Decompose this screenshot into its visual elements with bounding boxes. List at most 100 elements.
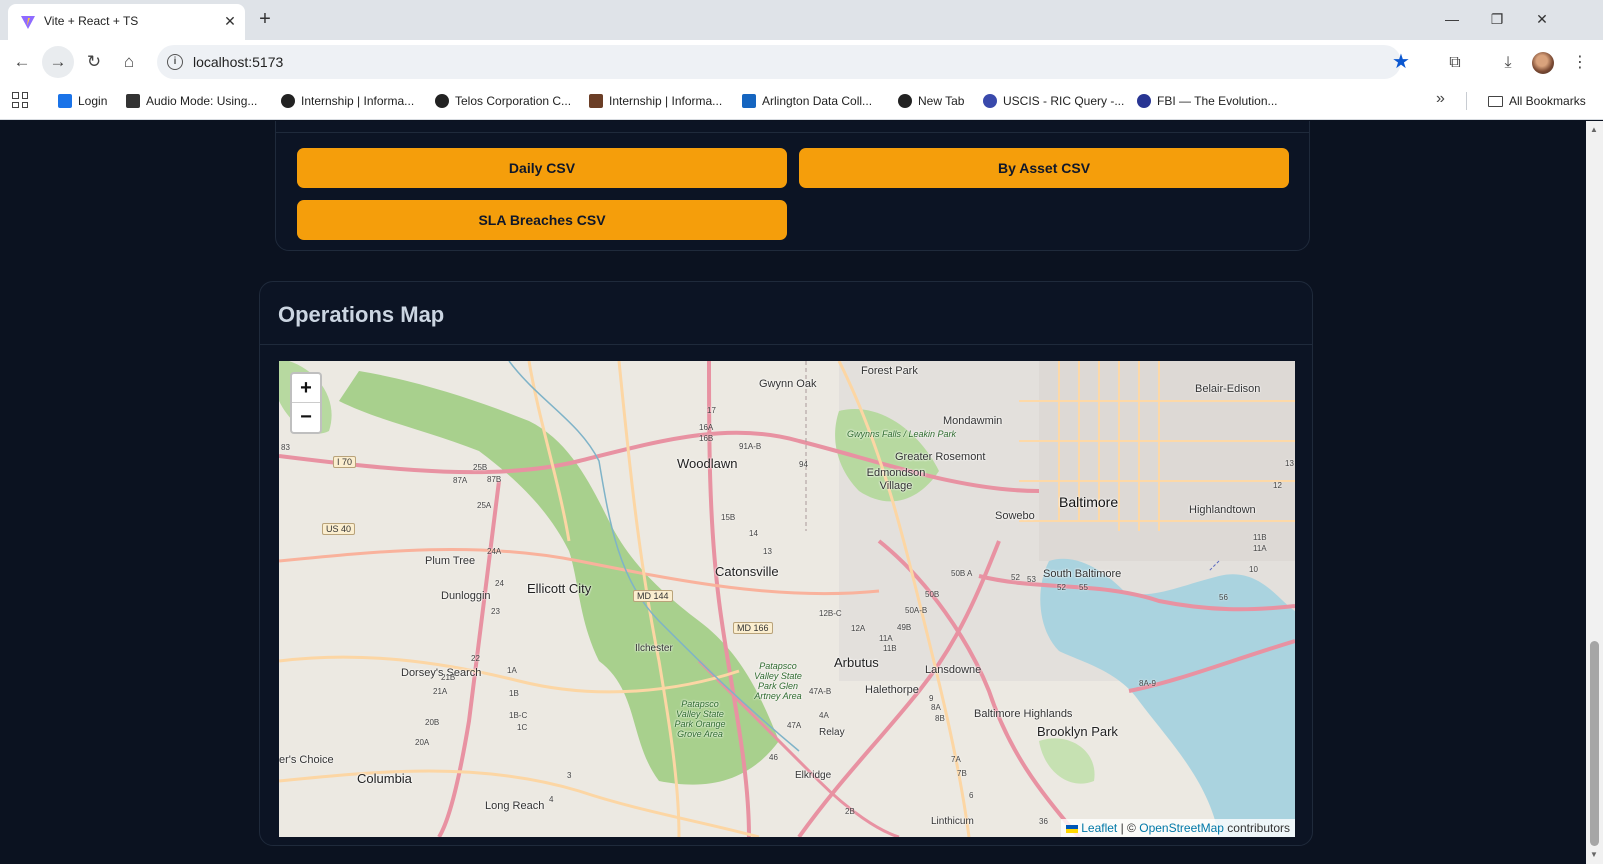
profile-avatar[interactable] (1532, 52, 1554, 74)
url-text[interactable]: localhost:5173 (193, 54, 283, 70)
bookmark-item[interactable]: Audio Mode: Using... (126, 92, 257, 110)
exit-number: 20B (425, 718, 440, 727)
leaflet-link[interactable]: Leaflet (1081, 821, 1117, 835)
bookmark-favicon-icon (898, 94, 912, 108)
back-arrow-icon[interactable]: ← (10, 50, 34, 74)
map-label: Forest Park (861, 365, 918, 377)
exit-number: 13 (1285, 459, 1294, 468)
page-viewport: Daily CSV By Asset CSV SLA Breaches CSV … (0, 121, 1586, 864)
sla-breaches-csv-button[interactable]: SLA Breaches CSV (297, 200, 787, 240)
bookmark-favicon-icon (126, 94, 140, 108)
exit-number: 24A (487, 547, 502, 556)
map-label: Patapsco Valley State Park Glen Artney A… (754, 661, 802, 701)
tab-search-icon[interactable]: ⧉ (1443, 51, 1467, 75)
bookmark-item[interactable]: Telos Corporation C... (435, 92, 571, 110)
map-label: Greater Rosemont (895, 451, 986, 463)
browser-tab[interactable]: Vite + React + TS ✕ (8, 4, 245, 40)
exit-number: 4A (819, 711, 829, 720)
exit-number: 2B (845, 807, 855, 816)
bookmark-item[interactable]: Arlington Data Coll... (742, 92, 872, 110)
map-tiles[interactable] (279, 361, 1295, 837)
bookmark-favicon-icon (589, 94, 603, 108)
exit-number: 24 (495, 579, 504, 588)
forward-arrow-icon[interactable]: → (46, 50, 70, 74)
daily-csv-button[interactable]: Daily CSV (297, 148, 787, 188)
bookmark-item[interactable]: New Tab (898, 92, 964, 110)
osm-link[interactable]: OpenStreetMap (1139, 821, 1224, 835)
menu-kebab-icon[interactable]: ⋮ (1568, 51, 1592, 75)
map-label: Columbia (357, 771, 412, 786)
map-label: Gwynns Falls / Leakin Park (847, 429, 956, 439)
more-bookmarks-icon[interactable]: » (1436, 90, 1445, 108)
card-divider (260, 344, 1312, 345)
exit-number: 49B (897, 623, 912, 632)
map-label: Dunloggin (441, 590, 491, 602)
scrollbar-thumb[interactable] (1590, 641, 1599, 846)
folder-icon (1488, 95, 1503, 107)
exit-number: 47A (787, 721, 802, 730)
bookmark-favicon-icon (281, 94, 295, 108)
restore-icon[interactable]: ❐ (1485, 9, 1509, 29)
exit-number: 16B (699, 434, 714, 443)
minimize-icon[interactable]: — (1440, 9, 1464, 29)
reload-icon[interactable]: ↻ (82, 50, 106, 74)
by-asset-csv-button[interactable]: By Asset CSV (799, 148, 1289, 188)
site-info-icon[interactable]: i (167, 54, 183, 70)
exit-number: 46 (769, 753, 778, 762)
map-label: Woodlawn (677, 456, 738, 471)
bookmark-star-icon[interactable]: ★ (1392, 50, 1410, 74)
exit-number: 55 (1079, 583, 1088, 592)
map-label: Edmondson Village (866, 467, 926, 492)
exit-number: 11B (1253, 533, 1267, 542)
all-bookmarks-button[interactable]: All Bookmarks (1488, 92, 1586, 110)
operations-map-card: Operations Map Forest Park Gwynn Oak Bel… (259, 281, 1313, 846)
address-bar[interactable] (157, 45, 1401, 79)
bookmark-item[interactable]: USCIS - RIC Query -... (983, 92, 1124, 110)
map-label: Baltimore Highlands (974, 708, 1073, 720)
bookmark-item[interactable]: Internship | Informa... (281, 92, 414, 110)
close-tab-icon[interactable]: ✕ (221, 12, 239, 30)
zoom-out-button[interactable]: − (292, 403, 320, 432)
zoom-in-button[interactable]: + (292, 374, 320, 403)
card-divider (276, 132, 1309, 133)
exit-number: 25A (477, 501, 492, 510)
exit-number: 11A (879, 634, 893, 643)
exit-number: 8A (931, 703, 941, 712)
tab-title: Vite + React + TS (44, 14, 139, 28)
map-container[interactable]: Forest Park Gwynn Oak Belair-Edison Mond… (279, 361, 1295, 837)
map-label: Sowebo (995, 510, 1035, 522)
exit-number: 16A (699, 423, 714, 432)
exit-number: 22 (471, 654, 480, 663)
bookmark-favicon-icon (435, 94, 449, 108)
bookmark-item[interactable]: Internship | Informa... (589, 92, 722, 110)
apps-grid-icon[interactable] (12, 92, 28, 108)
exit-number: 23 (491, 607, 500, 616)
map-label: Arbutus (834, 655, 879, 670)
new-tab-icon[interactable]: + (254, 9, 276, 31)
map-label: South Baltimore (1043, 568, 1122, 580)
attribution-separator: | © (1120, 821, 1136, 835)
scroll-down-arrow-icon[interactable]: ▼ (1590, 850, 1598, 859)
zoom-control: + − (290, 372, 322, 434)
bookmark-favicon-icon (983, 94, 997, 108)
exit-number: 50A-B (905, 606, 928, 615)
home-icon[interactable]: ⌂ (117, 50, 141, 74)
page-scrollbar[interactable]: ▲ ▼ (1586, 121, 1603, 864)
exit-number: 47A-B (809, 687, 832, 696)
close-window-icon[interactable]: ✕ (1530, 9, 1554, 29)
scroll-up-arrow-icon[interactable]: ▲ (1590, 125, 1598, 134)
exit-number: 50B (925, 590, 940, 599)
exit-number: 21A (433, 687, 448, 696)
map-label: Mondawmin (943, 415, 1003, 427)
exit-number: 25B (473, 463, 488, 472)
exit-number: 1A (507, 666, 517, 675)
exit-number: 56 (1219, 593, 1228, 602)
bookmark-item[interactable]: Login (58, 92, 107, 110)
exit-number: 15B (721, 513, 736, 522)
exit-number: 21B (441, 673, 456, 682)
map-label: Belair-Edison (1195, 383, 1261, 395)
map-attribution: Leaflet | © OpenStreetMap contributors (1060, 819, 1295, 837)
exit-number: 12A (851, 624, 866, 633)
download-icon[interactable]: ⤓ (1496, 51, 1520, 75)
bookmark-item[interactable]: FBI — The Evolution... (1137, 92, 1278, 110)
